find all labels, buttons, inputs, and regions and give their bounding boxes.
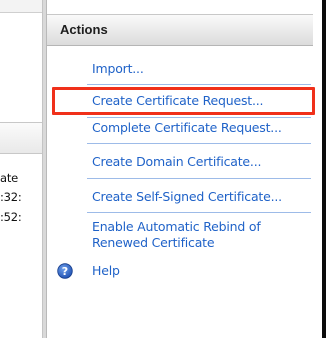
list-cell-fragment[interactable]: :32: bbox=[0, 190, 22, 204]
actions-pane: Actions Import... Create Certificate Req… bbox=[46, 0, 323, 338]
separator bbox=[87, 212, 311, 213]
create-self-signed-certificate-link[interactable]: Create Self-Signed Certificate... bbox=[92, 189, 282, 205]
enable-automatic-rebind-link[interactable]: Enable Automatic Rebind of Renewed Certi… bbox=[92, 219, 292, 251]
separator bbox=[87, 117, 311, 118]
list-column-header[interactable] bbox=[0, 122, 42, 154]
svg-text:?: ? bbox=[62, 265, 68, 278]
highlight-box bbox=[52, 87, 315, 115]
window-edge bbox=[322, 0, 326, 338]
complete-certificate-request-link[interactable]: Complete Certificate Request... bbox=[92, 120, 282, 136]
actions-title: Actions bbox=[60, 22, 108, 37]
help-link[interactable]: Help bbox=[92, 263, 120, 279]
separator bbox=[87, 178, 311, 179]
certificates-list-pane: ate :32: :52: bbox=[0, 0, 42, 338]
separator bbox=[87, 84, 311, 85]
left-pane-toolbar bbox=[0, 0, 42, 13]
separator bbox=[87, 143, 311, 144]
actions-header[interactable]: Actions bbox=[47, 14, 313, 46]
help-icon[interactable]: ? bbox=[57, 263, 73, 279]
create-domain-certificate-link[interactable]: Create Domain Certificate... bbox=[92, 154, 261, 170]
list-cell-fragment[interactable]: :52: bbox=[0, 210, 22, 224]
list-cell-fragment: ate bbox=[0, 171, 19, 185]
import-link[interactable]: Import... bbox=[92, 61, 144, 77]
